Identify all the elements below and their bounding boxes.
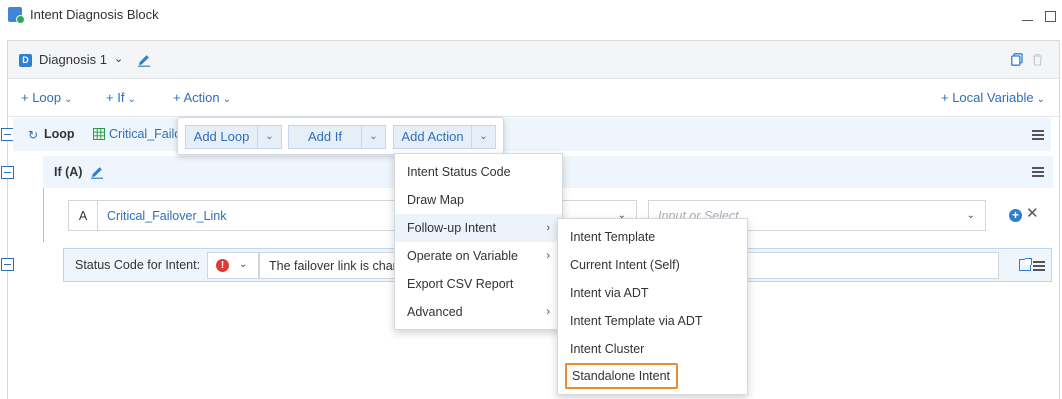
- chevron-down-icon[interactable]: ⌄: [114, 52, 123, 65]
- menu-item-standalone-intent[interactable]: Standalone Intent: [565, 363, 678, 389]
- error-icon: !: [216, 259, 229, 272]
- menu-item-intent-template[interactable]: Intent Template: [558, 223, 747, 251]
- minimize-icon[interactable]: [1022, 10, 1034, 22]
- menu-item-intent-via-adt[interactable]: Intent via ADT: [558, 279, 747, 307]
- hamburger-menu-icon[interactable]: [1032, 167, 1044, 177]
- status-code-select[interactable]: ! ⌄: [207, 252, 259, 279]
- menu-item-current-intent-self[interactable]: Current Intent (Self): [558, 251, 747, 279]
- add-action-button[interactable]: Add Action: [393, 125, 472, 149]
- trash-icon[interactable]: [1032, 53, 1043, 66]
- diagnosis-title[interactable]: Diagnosis 1: [39, 52, 107, 67]
- chevron-right-icon: ›: [546, 306, 550, 318]
- chevron-down-icon: ⌄: [64, 94, 73, 105]
- copy-icon[interactable]: [1011, 53, 1023, 66]
- close-icon[interactable]: ✕: [1026, 206, 1039, 221]
- pencil-icon[interactable]: [137, 53, 151, 67]
- chevron-down-icon[interactable]: ⌄: [258, 125, 282, 149]
- menu-item-export-csv-report[interactable]: Export CSV Report: [395, 270, 562, 298]
- add-popup: Add Loop ⌄ Add If ⌄ Add Action ⌄: [177, 117, 504, 155]
- chevron-down-icon[interactable]: ⌄: [362, 125, 386, 149]
- loop-row: ↻ Loop Critical_Failover_Link: [13, 118, 1051, 151]
- hamburger-menu-icon[interactable]: [1033, 261, 1045, 271]
- pencil-icon[interactable]: [90, 165, 104, 179]
- window-title: Intent Diagnosis Block: [30, 7, 159, 22]
- add-if-split-button: Add If ⌄: [288, 125, 386, 149]
- add-condition-icon[interactable]: +: [1009, 209, 1022, 222]
- chevron-down-icon: ⌄: [966, 210, 975, 221]
- chevron-right-icon: ›: [546, 222, 550, 234]
- loop-variable-link[interactable]: Critical_Failover_Link: [109, 127, 177, 141]
- menu-item-follow-up-intent[interactable]: Follow-up Intent ›: [395, 214, 562, 242]
- add-loop-button[interactable]: Add Loop: [185, 125, 258, 149]
- chevron-right-icon: ›: [546, 250, 550, 262]
- add-if-toolbar-button[interactable]: + If ⌄: [106, 90, 136, 105]
- hamburger-menu-icon[interactable]: [1032, 130, 1044, 140]
- title-bar: Intent Diagnosis Block: [0, 0, 1062, 34]
- if-guide-line: [43, 188, 44, 242]
- menu-item-intent-cluster[interactable]: Intent Cluster: [558, 335, 747, 363]
- collapse-status-toggle[interactable]: [1, 258, 14, 271]
- follow-up-intent-submenu: Intent Template Current Intent (Self) In…: [557, 218, 748, 395]
- menu-item-intent-status-code[interactable]: Intent Status Code: [395, 158, 562, 186]
- app-icon: [8, 7, 25, 24]
- add-loop-toolbar-button[interactable]: + Loop ⌄: [21, 90, 73, 105]
- chevron-down-icon: ⌄: [127, 94, 136, 105]
- maximize-icon[interactable]: [1045, 11, 1056, 22]
- if-label: If (A): [54, 165, 83, 179]
- block-toolbar: + Loop ⌄ + If ⌄ + Action ⌄ + Local Variable…: [8, 79, 1059, 117]
- add-action-split-button: Add Action ⌄: [393, 125, 496, 149]
- loop-label: Loop: [44, 127, 75, 141]
- diagnosis-badge-icon: D: [19, 54, 32, 67]
- table-icon: [93, 128, 105, 140]
- add-if-button[interactable]: Add If: [288, 125, 362, 149]
- diagnosis-header: D Diagnosis 1 ⌄: [8, 41, 1059, 79]
- add-loop-split-button: Add Loop ⌄: [185, 125, 282, 149]
- menu-item-intent-template-via-adt[interactable]: Intent Template via ADT: [558, 307, 747, 335]
- action-menu: Intent Status Code Draw Map Follow-up In…: [394, 153, 563, 330]
- chevron-down-icon: ⌄: [222, 94, 232, 105]
- menu-item-draw-map[interactable]: Draw Map: [395, 186, 562, 214]
- add-action-toolbar-button[interactable]: + Action ⌄: [173, 90, 231, 105]
- condition-field-value: Critical_Failover_Link: [107, 209, 227, 223]
- chevron-down-icon: ⌄: [239, 259, 248, 270]
- menu-item-operate-on-variable[interactable]: Operate on Variable ›: [395, 242, 562, 270]
- chevron-down-icon: ⌄: [1036, 94, 1046, 105]
- local-variable-button[interactable]: + Local Variable ⌄: [941, 90, 1045, 105]
- collapse-if-toggle[interactable]: [1, 166, 14, 179]
- condition-letter: A: [68, 200, 98, 231]
- chevron-down-icon[interactable]: ⌄: [472, 125, 496, 149]
- menu-item-advanced[interactable]: Advanced ›: [395, 298, 562, 326]
- loop-icon: ↻: [28, 128, 39, 142]
- open-external-icon[interactable]: [1019, 258, 1032, 271]
- status-code-label: Status Code for Intent:: [75, 258, 201, 272]
